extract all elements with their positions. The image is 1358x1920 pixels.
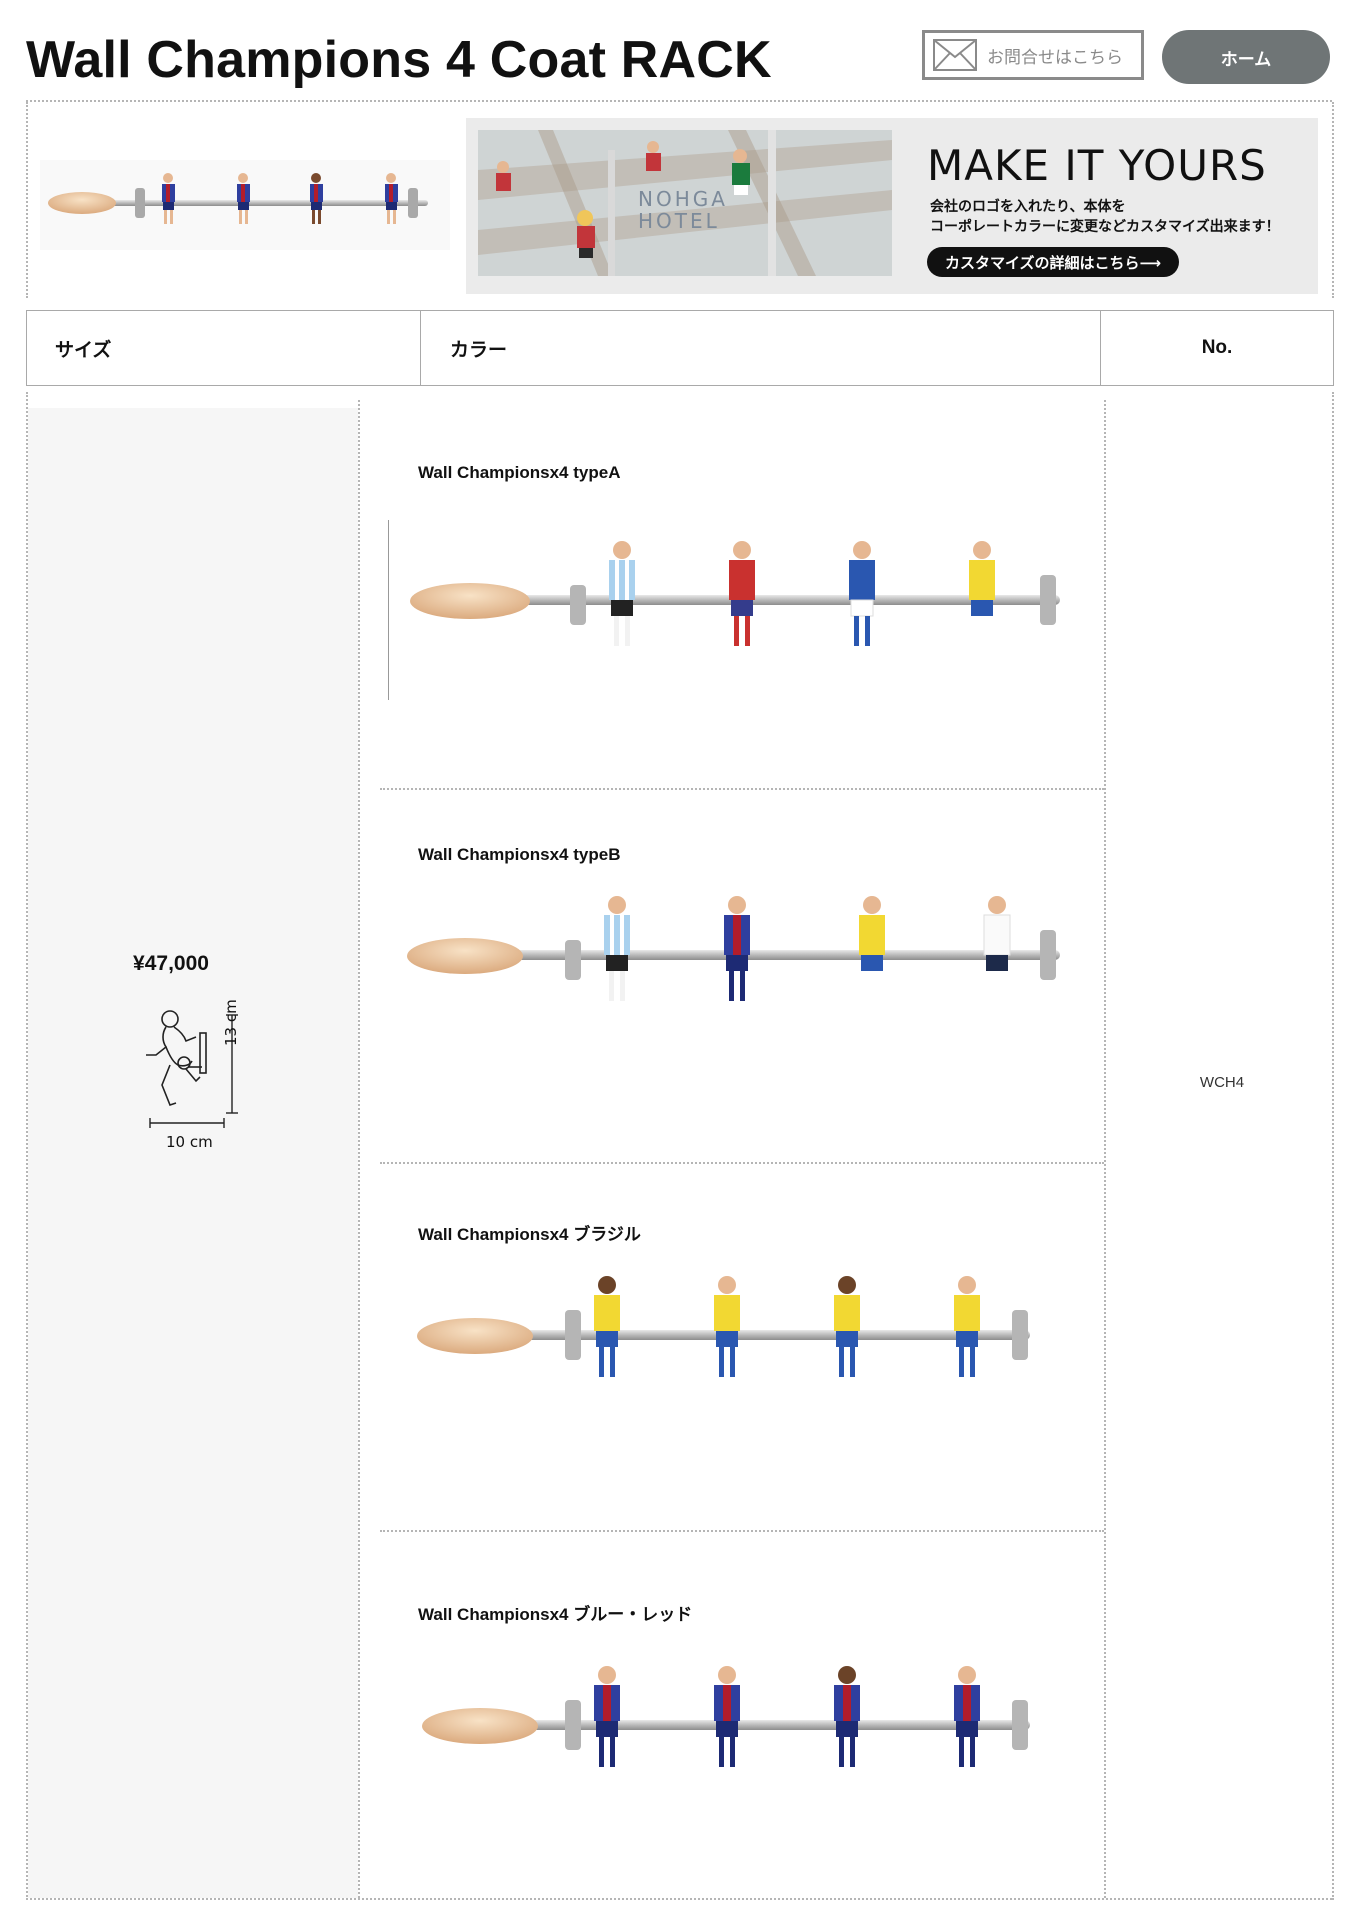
row-divider [380,1530,1104,1532]
player-outline-icon [146,1010,207,1106]
variant-image-b [407,896,1060,1001]
top-left-border [26,102,28,298]
banner-desc-line2: コーポレートカラーに変更などカスタマイズ出来ます！ [930,218,1280,234]
home-button[interactable]: ホーム [1162,30,1330,84]
header-no: No. [1201,337,1233,358]
header-size: サイズ [55,339,112,361]
contact-button[interactable]: お問合せはこちら [922,30,1144,80]
row-divider [380,788,1104,790]
size-col-divider [358,400,360,1898]
dimension-height: 13 cm [222,999,240,1046]
variant-title-b: Wall Championsx4 typeB [418,845,621,864]
header-color: カラー [450,339,508,361]
hotel-logo-line1: NOHGA [638,187,728,211]
banner-photo: NOHGA HOTEL [478,130,892,276]
variant-image-c [417,1276,1030,1377]
price: ¥47,000 [133,952,209,975]
row-divider [380,1162,1104,1164]
body-right-border [1332,392,1334,1900]
banner-description: 会社のロゴを入れたり、本体を コーポレートカラーに変更などカスタマイズ出来ます！ [930,196,1280,236]
variant-title-a: Wall Championsx4 typeA [418,463,621,482]
page-title: Wall Champions 4 Coat RACK [26,31,772,89]
top-right-border [1332,102,1334,298]
home-label: ホーム [1220,49,1272,69]
customize-detail-button[interactable]: カスタマイズの詳細はこちら⟶ [927,247,1180,277]
hotel-logo-line2: HOTEL [638,209,720,233]
variant-title-c: Wall Championsx4 ブラジル [418,1225,641,1244]
variant-image-a [410,541,1060,646]
body-bottom-border [26,1898,1332,1900]
header-divider [26,100,1332,102]
envelope-icon [933,39,977,71]
color-col-divider [1104,400,1106,1898]
header-col-divider [420,310,421,386]
banner-desc-line1: 会社のロゴを入れたり、本体を [930,198,1126,214]
variant-title-d: Wall Championsx4 ブルー・レッド [418,1605,693,1624]
contact-label: お問合せはこちら [987,47,1123,67]
image-edge [388,520,389,700]
dimension-width: 10 cm [166,1133,213,1151]
variant-image-d [422,1666,1030,1767]
product-thumbnail [40,160,450,250]
model-number: WCH4 [1199,1074,1245,1091]
banner-heading: MAKE IT YOURS [927,141,1267,190]
